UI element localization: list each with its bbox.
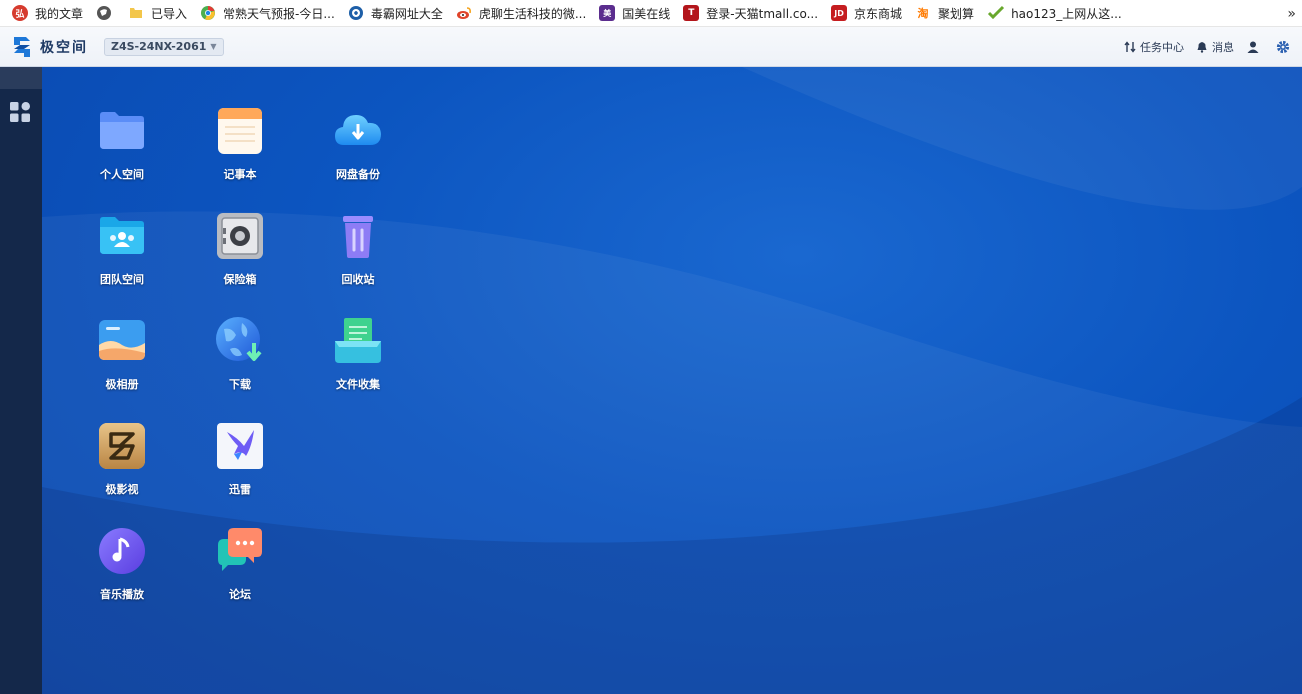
jd-icon: JD <box>831 5 848 21</box>
gear-icon <box>1276 40 1290 54</box>
notepad-icon <box>218 108 262 154</box>
app-music-player[interactable]: 音乐播放 <box>72 525 172 617</box>
logo: 极空间 <box>12 35 88 59</box>
folder-bookmark-icon <box>130 8 143 18</box>
device-name: Z4S-24NX-2061 <box>111 40 207 53</box>
bookmark-favicon-icon: 弘 <box>12 5 28 21</box>
app-thunder[interactable]: 迅雷 <box>190 420 290 512</box>
logo-text: 极空间 <box>40 39 88 56</box>
duba-icon <box>348 6 363 20</box>
app-recycle-bin[interactable]: 回收站 <box>308 210 408 302</box>
header-actions: 任务中心 消息 <box>1112 27 1294 67</box>
photo-album-icon <box>99 320 145 360</box>
app-forum[interactable]: 论坛 <box>190 525 290 617</box>
forum-icon <box>218 528 262 571</box>
bookmark-imported[interactable]: 已导入 <box>124 0 196 27</box>
app-video[interactable]: 极影视 <box>72 420 172 512</box>
messages-button[interactable]: 消息 <box>1196 39 1234 55</box>
bookmark-juhuasuan[interactable]: 淘 聚划算 <box>911 0 983 27</box>
bookmark-weather[interactable]: 常熟天气预报-今日... <box>196 0 344 27</box>
trash-icon <box>343 216 373 258</box>
apps-grid-icon[interactable] <box>9 101 31 123</box>
tmall-icon: T <box>683 5 700 21</box>
taobao-icon: 淘 <box>915 5 932 21</box>
bookmark-hao123[interactable]: hao123_上网从这... <box>983 0 1131 27</box>
globe-icon <box>97 6 112 20</box>
download-globe-icon <box>216 317 262 361</box>
bookmark-my-articles[interactable]: 弘 我的文章 <box>8 0 92 27</box>
weibo-icon <box>456 7 471 19</box>
gome-icon: 美 <box>599 5 616 21</box>
music-icon <box>99 528 145 574</box>
app-personal-space[interactable]: 个人空间 <box>72 105 172 197</box>
bookmark-jd[interactable]: JD 京东商城 <box>827 0 911 27</box>
zspace-logo-icon <box>14 36 30 57</box>
caret-down-icon: ▼ <box>210 42 217 51</box>
app-safe[interactable]: 保险箱 <box>190 210 290 302</box>
app-file-collection[interactable]: 文件收集 <box>308 315 408 407</box>
app-photo-album[interactable]: 极相册 <box>72 315 172 407</box>
bookmarks-bar: 弘 我的文章 已导入 常熟天气预报-今日... 毒霸网址大全 虎聊生活科技的微.… <box>0 0 1302 27</box>
folder-icon <box>100 112 144 149</box>
bookmarks-overflow-button[interactable]: » <box>1287 0 1296 27</box>
task-center-button[interactable]: 任务中心 <box>1124 39 1184 55</box>
user-icon <box>1247 41 1259 53</box>
file-collection-icon <box>335 318 381 363</box>
user-button[interactable] <box>1246 40 1264 54</box>
chrome-icon <box>201 6 216 20</box>
bell-icon <box>1197 42 1207 53</box>
app-cloud-backup[interactable]: 网盘备份 <box>308 105 408 197</box>
transfer-icon <box>1124 41 1136 53</box>
bookmark-globe[interactable] <box>92 0 124 27</box>
safe-icon <box>217 213 263 259</box>
bookmark-weibo[interactable]: 虎聊生活科技的微... <box>452 0 595 27</box>
thunder-icon <box>217 423 263 469</box>
desktop: 个人空间 团队空间 极相册 极影视 音乐播放 记事本 保险箱 下载 迅雷 论坛 … <box>42 67 1302 694</box>
settings-button[interactable] <box>1276 40 1294 54</box>
team-folder-icon <box>100 217 144 254</box>
app-header: 极空间 Z4S-24NX-2061 ▼ 任务中心 消息 <box>0 27 1302 67</box>
app-team-space[interactable]: 团队空间 <box>72 210 172 302</box>
cloud-backup-icon <box>335 115 381 145</box>
video-icon <box>99 423 145 469</box>
app-notepad[interactable]: 记事本 <box>190 105 290 197</box>
device-selector[interactable]: Z4S-24NX-2061 ▼ <box>104 37 224 56</box>
sidebar <box>0 67 42 694</box>
sidebar-top-strip <box>0 67 42 89</box>
hao123-icon <box>988 5 1005 20</box>
app-download[interactable]: 下载 <box>190 315 290 407</box>
bookmark-tmall[interactable]: T 登录-天猫tmall.co... <box>679 0 827 27</box>
bookmark-duba[interactable]: 毒霸网址大全 <box>344 0 452 27</box>
bookmark-gome[interactable]: 美 国美在线 <box>595 0 679 27</box>
